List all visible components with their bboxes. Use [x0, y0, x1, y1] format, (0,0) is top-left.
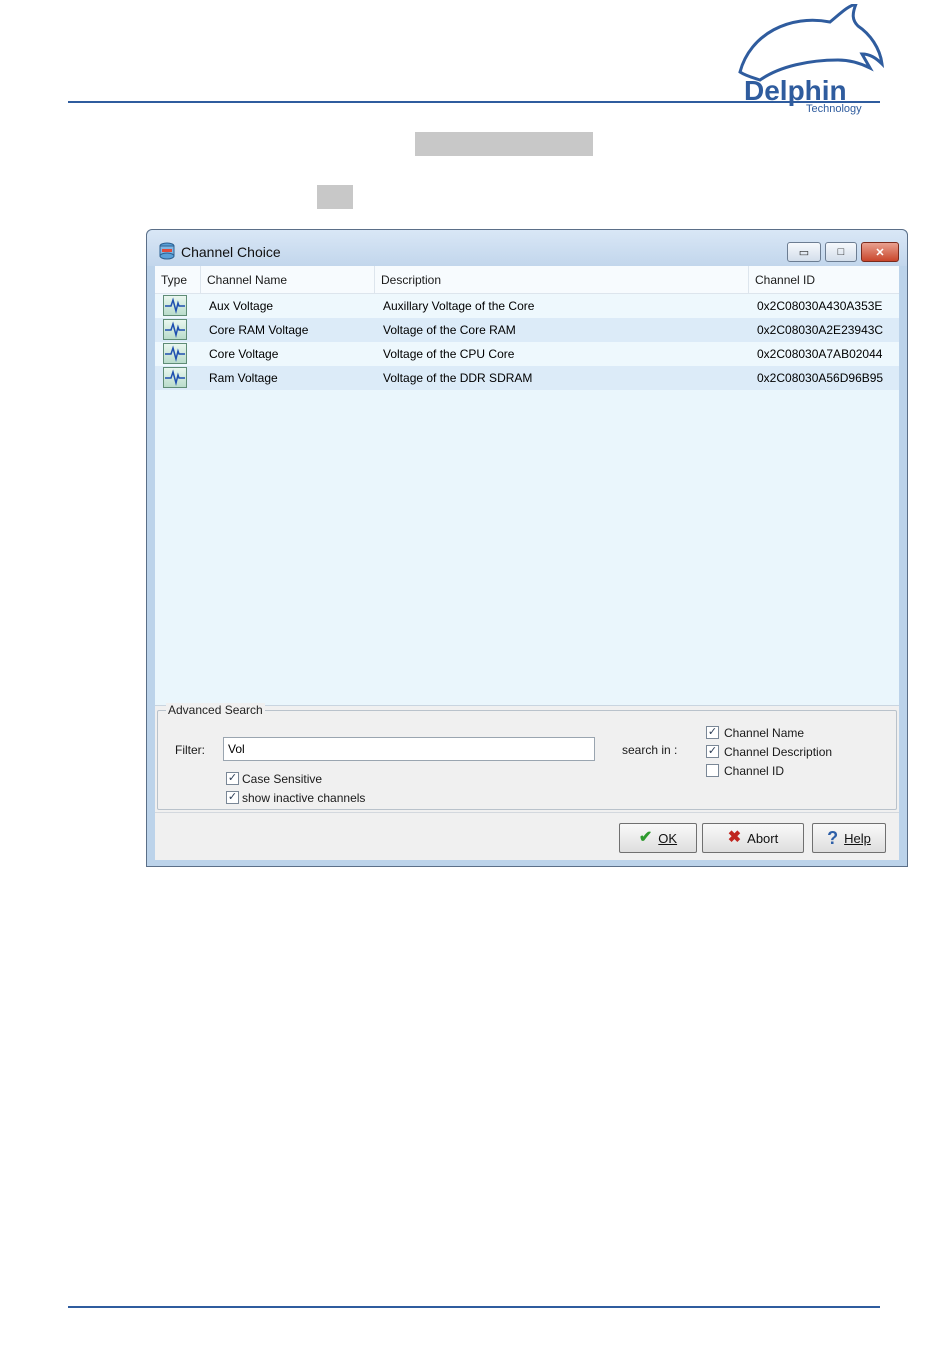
row-channel-name: Aux Voltage: [209, 299, 274, 313]
button-bar: ✔ OK ✖ Abort ? Help: [155, 812, 899, 860]
analog-channel-icon: [163, 343, 187, 364]
show-inactive-label: show inactive channels: [242, 791, 366, 805]
abort-button[interactable]: ✖ Abort: [702, 823, 804, 853]
dialog-client: Type Channel Name Description Channel ID…: [155, 266, 899, 860]
table-row[interactable]: Core RAM Voltage Voltage of the Core RAM…: [155, 318, 899, 342]
cross-icon: ✖: [727, 829, 742, 846]
redacted-block-small: [317, 185, 353, 209]
logo-sub: Technology: [806, 103, 862, 115]
filter-label: Filter:: [175, 743, 205, 757]
ok-label: OK: [658, 830, 678, 846]
delphin-logo: Delphin Technology: [730, 1, 890, 116]
advanced-search-group: Advanced Search Filter: ✓ Case Sensitive…: [157, 703, 897, 810]
table-row[interactable]: Core Voltage Voltage of the CPU Core 0x2…: [155, 342, 899, 366]
channel-list[interactable]: Type Channel Name Description Channel ID…: [155, 266, 899, 706]
help-label: Help: [844, 830, 871, 846]
row-channel-name: Core RAM Voltage: [209, 323, 309, 337]
maximize-button[interactable]: □: [825, 242, 857, 262]
ok-button[interactable]: ✔ OK: [619, 823, 697, 853]
channel-name-option-label: Channel Name: [724, 726, 805, 740]
case-sensitive-checkbox[interactable]: ✓: [226, 772, 239, 785]
question-icon: ?: [827, 828, 839, 848]
channel-id-checkbox[interactable]: [706, 764, 719, 777]
case-sensitive-label: Case Sensitive: [242, 772, 323, 786]
channel-id-option-label: Channel ID: [724, 764, 785, 778]
window-title: Channel Choice: [181, 244, 281, 260]
title-bar[interactable]: Channel Choice ▭ □ ✕: [147, 230, 907, 266]
show-inactive-checkbox[interactable]: ✓: [226, 791, 239, 804]
filter-input[interactable]: [223, 737, 595, 761]
channel-description-checkbox[interactable]: ✓: [706, 745, 719, 758]
header-rule: [68, 101, 880, 103]
row-channel-id: 0x2C08030A7AB02044: [757, 347, 883, 361]
analog-channel-icon: [163, 319, 187, 340]
close-icon: ✕: [875, 246, 885, 259]
row-channel-name: Core Voltage: [209, 347, 279, 361]
abort-label: Abort: [747, 830, 779, 846]
column-header-channel-name[interactable]: Channel Name: [201, 266, 375, 294]
column-header-channel-id[interactable]: Channel ID: [749, 266, 899, 294]
list-header: Type Channel Name Description Channel ID: [155, 266, 899, 294]
minimize-icon: ▭: [798, 246, 810, 259]
footer-rule: [68, 1306, 880, 1308]
maximize-icon: □: [837, 246, 845, 258]
channel-description-option-label: Channel Description: [724, 745, 833, 759]
row-channel-id: 0x2C08030A56D96B95: [757, 371, 884, 385]
channel-name-checkbox[interactable]: ✓: [706, 726, 719, 739]
advanced-search-title: Advanced Search: [166, 703, 265, 717]
column-header-description[interactable]: Description: [375, 266, 749, 294]
channel-choice-window: Channel Choice ▭ □ ✕ Type Channel Name D…: [146, 229, 908, 867]
app-icon: [158, 242, 176, 260]
redacted-block: [415, 132, 593, 156]
row-channel-id: 0x2C08030A2E23943C: [757, 323, 884, 337]
search-in-label: search in :: [622, 743, 678, 757]
checkmark-icon: ✔: [638, 829, 653, 846]
table-row[interactable]: Ram Voltage Voltage of the DDR SDRAM 0x2…: [155, 366, 899, 390]
analog-channel-icon: [163, 295, 187, 316]
table-row[interactable]: Aux Voltage Auxillary Voltage of the Cor…: [155, 294, 899, 318]
row-channel-id: 0x2C08030A430A353E: [757, 299, 883, 313]
close-button[interactable]: ✕: [861, 242, 899, 262]
analog-channel-icon: [163, 367, 187, 388]
row-channel-name: Ram Voltage: [209, 371, 278, 385]
minimize-button[interactable]: ▭: [787, 242, 821, 262]
help-button[interactable]: ? Help: [812, 823, 886, 853]
row-description: Auxillary Voltage of the Core: [383, 299, 535, 313]
row-description: Voltage of the CPU Core: [383, 347, 515, 361]
row-description: Voltage of the DDR SDRAM: [383, 371, 533, 385]
row-description: Voltage of the Core RAM: [383, 323, 516, 337]
column-header-type[interactable]: Type: [155, 266, 201, 294]
